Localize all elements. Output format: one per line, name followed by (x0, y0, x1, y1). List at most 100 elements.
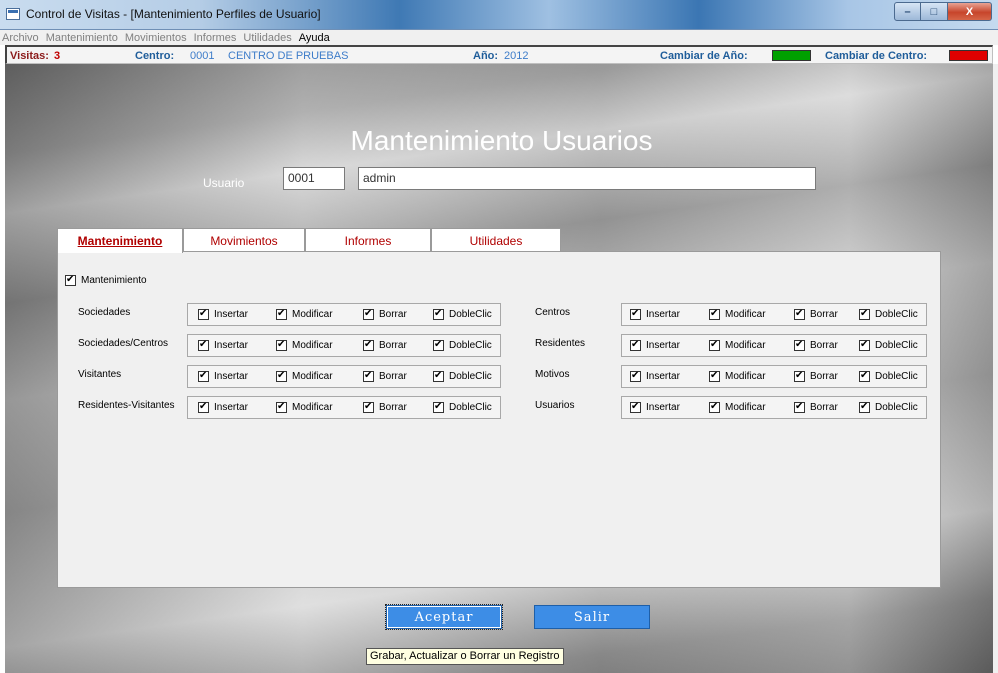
permission-checkbox[interactable]: Insertar (630, 369, 680, 382)
tab-informes[interactable]: Informes (305, 228, 431, 252)
cambiar-anio-label: Cambiar de Año: (660, 50, 748, 62)
menu-archivo[interactable]: Archivo (2, 32, 39, 44)
permission-checkbox[interactable]: Insertar (198, 369, 248, 382)
maximize-button[interactable]: □ (921, 2, 948, 21)
permission-checkbox[interactable]: Modificar (709, 369, 766, 382)
checkbox-icon (198, 369, 209, 382)
permission-checkbox[interactable]: Modificar (276, 369, 333, 382)
right-permission-group: Insertar Modificar Borrar DobleClic (621, 303, 927, 326)
permission-checkbox[interactable]: Borrar (794, 400, 838, 413)
permission-label: Modificar (292, 402, 333, 413)
permission-checkbox[interactable]: Borrar (794, 338, 838, 351)
tooltip: Grabar, Actualizar o Borrar un Registro (366, 648, 564, 665)
permission-checkbox[interactable]: DobleClic (859, 338, 918, 351)
menu-bar: Archivo Mantenimiento Movimientos Inform… (0, 30, 998, 45)
checkbox-icon (859, 307, 870, 320)
user-code-field[interactable]: 0001 (283, 167, 345, 190)
permission-checkbox[interactable]: DobleClic (433, 338, 492, 351)
minimize-button[interactable]: – (894, 2, 921, 21)
permission-checkbox[interactable]: DobleClic (859, 369, 918, 382)
permission-checkbox[interactable]: DobleClic (433, 400, 492, 413)
permission-checkbox[interactable]: Modificar (709, 338, 766, 351)
permission-checkbox[interactable]: Insertar (198, 338, 248, 351)
permission-checkbox[interactable]: DobleClic (859, 400, 918, 413)
master-checkbox[interactable]: Mantenimiento (65, 273, 147, 286)
permission-label: Borrar (379, 309, 407, 320)
right-row-label: Usuarios (535, 400, 575, 411)
left-permission-group: Insertar Modificar Borrar DobleClic (187, 303, 501, 326)
permission-checkbox[interactable]: Modificar (709, 400, 766, 413)
tab-utilidades[interactable]: Utilidades (431, 228, 561, 252)
menu-informes[interactable]: Informes (194, 32, 237, 44)
menu-ayuda[interactable]: Ayuda (299, 32, 330, 44)
master-checkbox-label: Mantenimiento (81, 275, 147, 286)
tab-mantenimiento[interactable]: Mantenimiento (57, 228, 183, 253)
permission-checkbox[interactable]: DobleClic (433, 307, 492, 320)
checkbox-icon (198, 400, 209, 413)
permission-label: Borrar (379, 340, 407, 351)
left-permission-group: Insertar Modificar Borrar DobleClic (187, 334, 501, 357)
permission-checkbox[interactable]: Insertar (630, 338, 680, 351)
checkbox-icon (630, 400, 641, 413)
permission-label: Insertar (646, 309, 680, 320)
permission-checkbox[interactable]: Insertar (198, 307, 248, 320)
cambiar-centro-button[interactable] (949, 50, 988, 61)
permission-checkbox[interactable]: DobleClic (859, 307, 918, 320)
checkbox-icon (433, 369, 444, 382)
checkbox-icon (630, 338, 641, 351)
checkbox-icon (276, 307, 287, 320)
permission-label: DobleClic (875, 402, 918, 413)
permission-checkbox[interactable]: Insertar (630, 307, 680, 320)
user-name-field[interactable]: admin (358, 167, 816, 190)
permission-checkbox[interactable]: Modificar (276, 338, 333, 351)
permission-checkbox[interactable]: Insertar (630, 400, 680, 413)
permission-checkbox[interactable]: Borrar (363, 400, 407, 413)
visitas-count: 3 (54, 50, 61, 62)
permission-label: Modificar (725, 309, 766, 320)
permission-checkbox[interactable]: DobleClic (433, 369, 492, 382)
visitas-label: Visitas: (10, 50, 49, 62)
checkbox-icon (709, 369, 720, 382)
tab-utilidades-label: Utilidades (469, 233, 523, 248)
app-icon (6, 8, 20, 20)
checkbox-icon (859, 400, 870, 413)
close-button[interactable]: X (948, 2, 992, 21)
checkbox-icon (709, 338, 720, 351)
permission-checkbox[interactable]: Modificar (276, 400, 333, 413)
anio-value: 2012 (504, 50, 529, 62)
permission-checkbox[interactable]: Borrar (363, 369, 407, 382)
permission-checkbox[interactable]: Borrar (363, 338, 407, 351)
permission-label: Borrar (810, 371, 838, 382)
right-permission-group: Insertar Modificar Borrar DobleClic (621, 334, 927, 357)
permission-label: Insertar (214, 371, 248, 382)
permission-checkbox[interactable]: Modificar (709, 307, 766, 320)
tab-movimientos[interactable]: Movimientos (183, 228, 305, 252)
aceptar-button[interactable]: Aceptar (385, 604, 503, 630)
menu-mantenimiento[interactable]: Mantenimiento (46, 32, 118, 44)
menu-movimientos[interactable]: Movimientos (125, 32, 187, 44)
page-title: Mantenimiento Usuarios (350, 125, 653, 156)
checkbox-icon (794, 400, 805, 413)
checkbox-icon (859, 338, 870, 351)
cambiar-centro-label: Cambiar de Centro: (825, 50, 928, 62)
centro-name: CENTRO DE PRUEBAS (228, 50, 349, 62)
anio-label: Año: (473, 50, 499, 62)
left-row-label: Residentes-Visitantes (78, 400, 175, 411)
left-permission-group: Insertar Modificar Borrar DobleClic (187, 396, 501, 419)
checkbox-icon (630, 307, 641, 320)
permission-checkbox[interactable]: Borrar (794, 369, 838, 382)
permission-checkbox[interactable]: Insertar (198, 400, 248, 413)
menu-utilidades[interactable]: Utilidades (243, 32, 291, 44)
checkbox-icon (859, 369, 870, 382)
left-row-label: Sociedades (78, 307, 131, 318)
permission-checkbox[interactable]: Borrar (794, 307, 838, 320)
checkbox-icon (276, 369, 287, 382)
permission-checkbox[interactable]: Modificar (276, 307, 333, 320)
left-row-label: Visitantes (78, 369, 122, 380)
permission-label: Borrar (810, 340, 838, 351)
permission-label: Insertar (646, 402, 680, 413)
salir-button[interactable]: Salir (534, 605, 650, 629)
tab-informes-label: Informes (344, 233, 392, 248)
permission-checkbox[interactable]: Borrar (363, 307, 407, 320)
cambiar-anio-button[interactable] (772, 50, 811, 61)
